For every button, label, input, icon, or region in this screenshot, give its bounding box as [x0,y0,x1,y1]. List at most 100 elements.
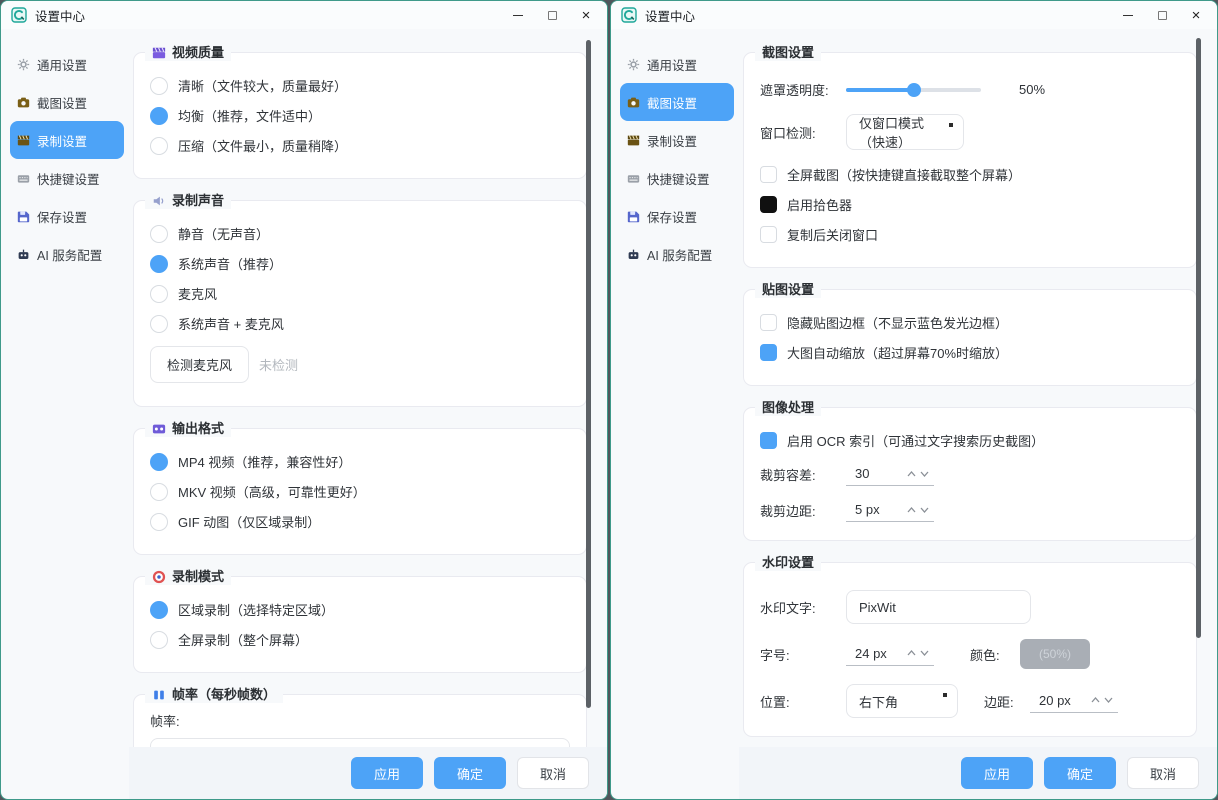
radio-compressed[interactable] [150,137,168,155]
radio-balanced[interactable] [150,107,168,125]
apply-button[interactable]: 应用 [961,757,1033,789]
close-button[interactable]: × [569,3,603,27]
radio-option[interactable]: GIF 动图（仅区域录制） [150,512,570,531]
sidebar-item-recording[interactable]: 录制设置 [10,121,124,159]
radio-clear[interactable] [150,77,168,95]
fontsize-spinner[interactable]: 24 px [846,643,934,666]
chevron-up-icon[interactable] [1091,697,1100,703]
apply-button[interactable]: 应用 [351,757,423,789]
radio-gif[interactable] [150,513,168,531]
section-title: 录制声音 [172,192,224,209]
sidebar-item-save[interactable]: 保存设置 [10,197,124,235]
radio-option[interactable]: 静音（无声音） [150,224,570,243]
section-title: 贴图设置 [762,281,814,298]
watermark-position-row: 位置: 右下角 边距: 20 px [760,684,1180,718]
radio-option[interactable]: 全屏录制（整个屏幕） [150,630,570,649]
crop-margin-spinner[interactable]: 5 px [846,499,934,522]
section-output-format: 输出格式 MP4 视频（推荐，兼容性好） MKV 视频（高级，可靠性更好） GI… [133,428,587,555]
maximize-button[interactable] [535,3,569,27]
sidebar-item-ai-services[interactable]: AI 服务配置 [620,235,734,273]
sidebar-item-hotkeys[interactable]: 快捷键设置 [620,159,734,197]
minimize-button[interactable] [501,3,535,27]
window-title: 设置中心 [645,6,695,25]
window-detect-select[interactable]: 仅窗口模式（快速） [846,114,964,150]
ok-button[interactable]: 确定 [1044,757,1116,789]
mic-detect-status: 未检测 [259,355,298,374]
scrollbar-thumb[interactable] [1196,38,1201,638]
radio-microphone[interactable] [150,285,168,303]
radio-option[interactable]: 系统声音 + 麦克风 [150,314,570,333]
checkbox-option[interactable]: 复制后关闭窗口 [760,225,1180,244]
sidebar-item-save[interactable]: 保存设置 [620,197,734,235]
watermark-text-input[interactable] [846,590,1031,624]
radio-option[interactable]: 均衡（推荐，文件适中） [150,106,570,125]
radio-mp4[interactable] [150,453,168,471]
chevron-up-icon[interactable] [907,650,916,656]
checkbox-option[interactable]: 全屏截图（按快捷键直接截取整个屏幕） [760,165,1180,184]
settings-window-screenshot: 设置中心 × 通用设置 截图设置 录制设置 快捷键设置 [610,0,1218,800]
chevron-down-icon[interactable] [920,650,929,656]
sidebar-item-hotkeys[interactable]: 快捷键设置 [10,159,124,197]
chevron-down-icon[interactable] [920,507,929,513]
checkbox-label: 大图自动缩放（超过屏幕70%时缩放） [787,343,1008,362]
sidebar-item-screenshot[interactable]: 截图设置 [10,83,124,121]
radio-label: 麦克风 [178,284,217,303]
radio-mkv[interactable] [150,483,168,501]
watermark-color-button[interactable]: (50%) [1020,639,1090,669]
margin-spinner[interactable]: 20 px [1030,690,1118,713]
sidebar-item-general[interactable]: 通用设置 [10,45,124,83]
radio-option[interactable]: 系统声音（推荐） [150,254,570,273]
scrollbar-thumb[interactable] [586,40,591,708]
radio-system-audio[interactable] [150,255,168,273]
cancel-button[interactable]: 取消 [1127,757,1199,789]
checkbox-auto-scale-large-image[interactable] [760,344,777,361]
checkbox-label: 复制后关闭窗口 [787,225,878,244]
checkbox-option[interactable]: 启用 OCR 索引（可通过文字搜索历史截图） [760,431,1180,450]
minimize-icon [1123,15,1133,16]
ok-button[interactable]: 确定 [434,757,506,789]
close-button[interactable]: × [1179,3,1213,27]
checkbox-fullscreen-capture[interactable] [760,166,777,183]
checkbox-hide-pin-border[interactable] [760,314,777,331]
watermark-text-label: 水印文字: [760,598,846,617]
crop-tolerance-spinner[interactable]: 30 [846,463,934,486]
chevron-up-icon[interactable] [907,507,916,513]
sidebar-item-ai-services[interactable]: AI 服务配置 [10,235,124,273]
radio-option[interactable]: 压缩（文件最小，质量稍降） [150,136,570,155]
opacity-slider[interactable] [846,88,981,92]
cancel-button[interactable]: 取消 [517,757,589,789]
framerate-select[interactable]: 15 fps （✨ 视频推荐，清晰流畅） [150,738,570,747]
dropdown-marker-icon [943,693,947,697]
sidebar-item-label: 保存设置 [647,207,697,226]
radio-option[interactable]: 区域录制（选择特定区域） [150,600,570,619]
checkbox-close-after-copy[interactable] [760,226,777,243]
maximize-button[interactable] [1145,3,1179,27]
radio-fullscreen-record[interactable] [150,631,168,649]
checkbox-option[interactable]: 启用拾色器 [760,195,1180,214]
radio-option[interactable]: MKV 视频（高级，可靠性更好） [150,482,570,501]
radio-option[interactable]: 清晰（文件较大，质量最好） [150,76,570,95]
checkbox-option[interactable]: 隐藏贴图边框（不显示蓝色发光边框） [760,313,1180,332]
minimize-button[interactable] [1111,3,1145,27]
section-title: 图像处理 [762,399,814,416]
position-select[interactable]: 右下角 [846,684,958,718]
radio-system-plus-mic[interactable] [150,315,168,333]
detect-mic-button[interactable]: 检测麦克风 [150,346,249,383]
sidebar-item-recording[interactable]: 录制设置 [620,121,734,159]
chevron-down-icon[interactable] [1104,697,1113,703]
checkbox-ocr-index[interactable] [760,432,777,449]
radio-option[interactable]: MP4 视频（推荐，兼容性好） [150,452,570,471]
sidebar-item-general[interactable]: 通用设置 [620,45,734,83]
slider-handle[interactable] [907,83,921,97]
checkbox-option[interactable]: 大图自动缩放（超过屏幕70%时缩放） [760,343,1180,362]
chevron-up-icon[interactable] [907,471,916,477]
checkbox-color-picker[interactable] [760,196,777,213]
framerate-label: 帧率: [150,711,570,730]
chevron-down-icon[interactable] [920,471,929,477]
sidebar-item-screenshot[interactable]: 截图设置 [620,83,734,121]
radio-option[interactable]: 麦克风 [150,284,570,303]
radio-mute[interactable] [150,225,168,243]
radio-region-record[interactable] [150,601,168,619]
sidebar-item-label: 录制设置 [647,131,697,150]
section-title: 录制模式 [172,568,224,585]
